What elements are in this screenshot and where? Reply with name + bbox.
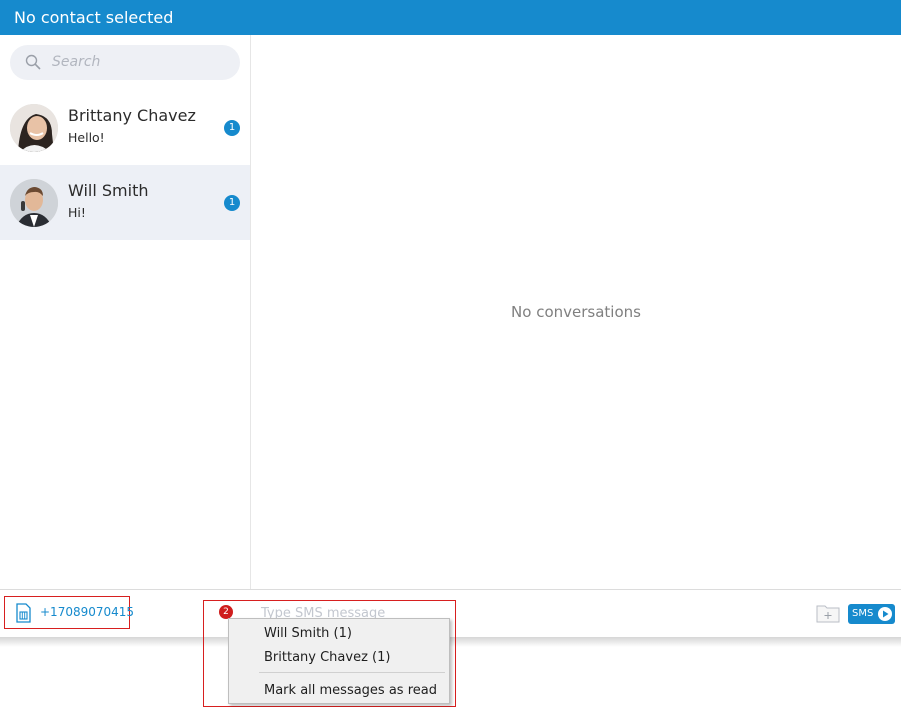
contact-last-message: Hello!	[68, 130, 105, 145]
search-placeholder: Search	[52, 54, 101, 70]
contact-item-will-smith[interactable]: Will Smith Hi! 1	[0, 165, 250, 240]
window-title-bar: No contact selected	[0, 0, 901, 35]
sim-card-icon	[16, 603, 31, 623]
contact-name: Brittany Chavez	[68, 106, 196, 125]
send-button-label: SMS	[852, 608, 874, 619]
search-input[interactable]: Search	[10, 45, 240, 80]
phone-number-selector[interactable]: +17089070415	[4, 596, 134, 629]
empty-state-text: No conversations	[511, 303, 641, 321]
conversation-area: No conversations	[251, 35, 901, 589]
menu-item-will-smith[interactable]: Will Smith (1)	[264, 626, 352, 641]
window-title: No contact selected	[14, 8, 174, 27]
menu-separator	[259, 672, 445, 673]
unread-badge: 1	[224, 195, 240, 211]
avatar	[10, 179, 58, 227]
unread-badge: 1	[224, 120, 240, 136]
contact-item-brittany-chavez[interactable]: Brittany Chavez Hello! 1	[0, 90, 250, 165]
search-icon	[25, 54, 41, 70]
folder-add-icon[interactable]	[816, 603, 840, 623]
unread-context-menu: Will Smith (1) Brittany Chavez (1) Mark …	[228, 618, 450, 704]
menu-item-brittany-chavez[interactable]: Brittany Chavez (1)	[264, 650, 390, 665]
phone-number: +17089070415	[40, 605, 135, 619]
contact-last-message: Hi!	[68, 205, 86, 220]
menu-item-mark-all-read[interactable]: Mark all messages as read	[264, 683, 437, 698]
contact-name: Will Smith	[68, 181, 149, 200]
send-sms-button[interactable]: SMS	[848, 604, 895, 624]
avatar	[10, 104, 58, 152]
send-icon	[878, 607, 892, 621]
contacts-sidebar: Search Brittany Chavez Hello! 1 Will Smi…	[0, 35, 251, 637]
unread-total-badge[interactable]: 2	[219, 605, 233, 619]
